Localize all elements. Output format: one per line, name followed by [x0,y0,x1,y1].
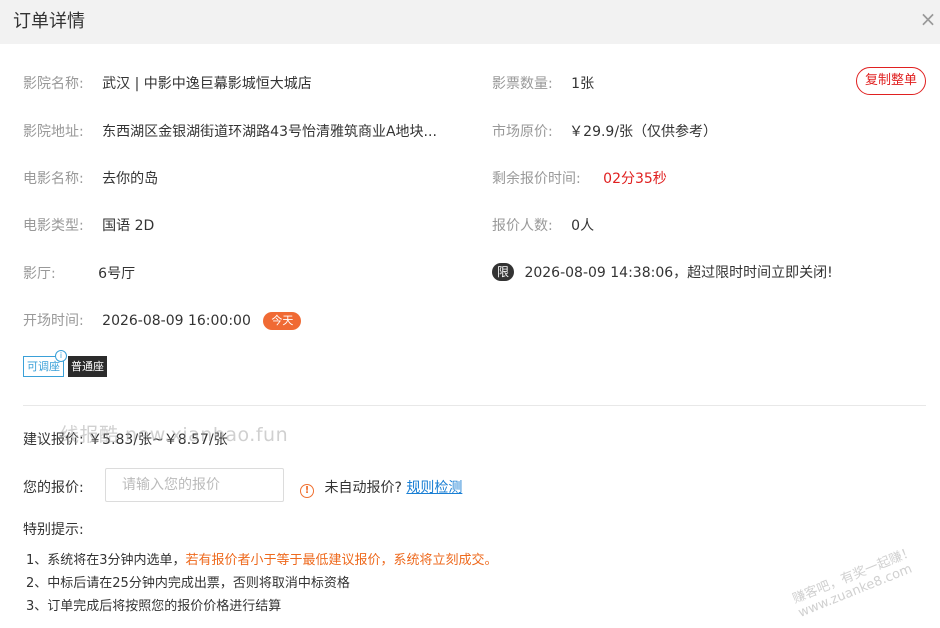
market-price-row: 市场原价: ￥29.9/张（仅供参考） [492,121,717,141]
normal-seat-tag: 普通座 [68,356,107,377]
section-divider [23,405,926,406]
tips-title: 特别提示: [23,522,84,538]
cinema-name-label: 影院名称: [23,76,84,92]
hall-row: 影厅: 6号厅 [23,263,135,283]
movie-name-value: 去你的岛 [102,171,159,187]
hall-label: 影厅: [23,266,56,282]
start-time-row: 开场时间: 2026-08-09 16:00:00 今天 [23,310,302,330]
warning-icon: ! [300,484,314,498]
movie-name-row: 电影名称: 去你的岛 [23,168,158,188]
tip-line-1: 1、系统将在3分钟内选单，若有报价者小于等于最低建议报价，系统将立刻成交。 [26,549,498,568]
cinema-address-label: 影院地址: [23,124,84,140]
rule-check-link[interactable]: 规则检测 [406,480,462,496]
movie-name-label: 电影名称: [23,171,84,187]
tip-line-1-part-a: 1、系统将在3分钟内选单， [26,553,186,568]
ticket-count-value: 1张 [571,76,595,92]
deadline-row: 限 2026-08-09 14:38:06，超过限时时间立即关闭! [492,262,833,282]
market-price-label: 市场原价: [492,124,553,140]
bidders-label: 报价人数: [492,218,553,234]
close-icon[interactable]: × [918,9,938,29]
hall-value: 6号厅 [98,266,136,282]
movie-type-row: 电影类型: 国语 2D [23,215,154,235]
watermark-text: 线报酷 new.xianbao.fun [60,424,289,446]
ticket-count-label: 影票数量: [492,76,553,92]
bid-price-input[interactable] [105,468,284,502]
start-time-label: 开场时间: [23,313,84,329]
dialog-header: 订单详情 × [0,0,940,44]
copy-order-button[interactable]: 复制整单 [856,67,926,95]
cinema-address-row: 影院地址: 东西湖区金银湖街道环湖路43号怡清雅筑商业A地块... [23,121,437,141]
auto-bid-text: 未自动报价? [324,480,402,496]
remaining-time-row: 剩余报价时间: 02分35秒 [492,168,667,188]
tip-line-3: 3、订单完成后将按照您的报价价格进行结算 [26,599,282,614]
watermark-corner-text: 赚客吧，有奖一起赚！ www.zuanke8.com [790,544,917,621]
limit-badge: 限 [492,263,514,281]
ticket-count-row: 影票数量: 1张 [492,73,594,93]
market-price-value: ￥29.9/张（仅供参考） [569,124,718,140]
bidders-row: 报价人数: 0人 [492,215,594,235]
cinema-address-value: 东西湖区金银湖街道环湖路43号怡清雅筑商业A地块... [102,124,437,140]
cinema-name-row: 影院名称: 武汉 | 中影中逸巨幕影城恒大城店 [23,73,312,93]
cinema-name-value: 武汉 | 中影中逸巨幕影城恒大城店 [102,76,312,92]
deadline-text: 2026-08-09 14:38:06，超过限时时间立即关闭! [524,265,833,281]
remaining-time-label: 剩余报价时间: [492,171,581,187]
movie-type-value: 国语 2D [102,218,155,234]
bid-label: 您的报价: [23,480,84,496]
movie-type-label: 电影类型: [23,218,84,234]
info-icon[interactable]: i [55,350,67,362]
tip-line-2: 2、中标后请在25分钟内完成出票，否则将取消中标资格 [26,576,350,591]
today-badge: 今天 [263,312,302,330]
dialog-title: 订单详情 [13,11,85,32]
start-time-value: 2026-08-09 16:00:00 [102,313,251,329]
remaining-time-value: 02分35秒 [603,171,667,187]
auto-bid-hint: ! 未自动报价? 规则检测 [300,477,462,498]
tip-line-1-part-b: 若有报价者小于等于最低建议报价，系统将立刻成交。 [185,553,498,568]
bidders-value: 0人 [571,218,595,234]
